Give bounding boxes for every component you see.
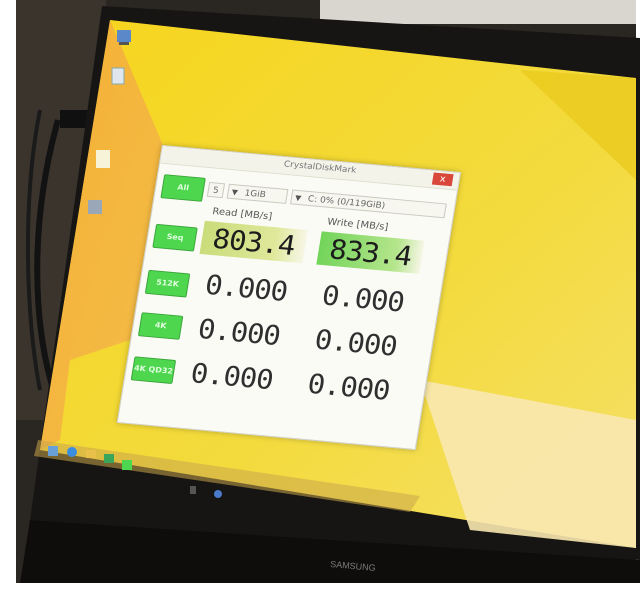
512k-write-value: 0.000 <box>319 279 407 318</box>
all-button[interactable]: All <box>160 174 206 202</box>
seq-button[interactable]: Seq <box>152 223 198 252</box>
4k-write-value: 0.000 <box>312 323 400 363</box>
test-size-value: 1GiB <box>243 188 267 201</box>
chevron-down-icon: ▼ <box>294 193 302 203</box>
seq-write-value: 833.4 <box>316 231 425 274</box>
top-right-wall <box>320 0 636 24</box>
4k-qd32-read-value: 0.000 <box>188 357 276 396</box>
network-icon[interactable] <box>190 486 196 494</box>
crystaldiskmark-window: CrystalDiskMark x All 5 ▼ 1GiB ▼ C: 0% (0/… <box>116 145 461 451</box>
recycle-bin-icon[interactable] <box>111 67 125 85</box>
runs-select[interactable]: 5 <box>206 181 226 199</box>
512k-button[interactable]: 512K <box>144 269 191 298</box>
left-white-strip <box>0 0 16 591</box>
bottom-white-strip <box>0 583 643 591</box>
test-size-select[interactable]: ▼ 1GiB <box>226 183 289 204</box>
start-icon[interactable] <box>48 446 58 456</box>
chevron-down-icon: ▼ <box>231 187 239 197</box>
seq-read-value: 803.4 <box>199 220 308 264</box>
app-icon[interactable] <box>122 460 132 470</box>
explorer-icon[interactable] <box>86 450 96 458</box>
volume-icon[interactable] <box>214 490 222 498</box>
runs-value: 5 <box>212 186 220 196</box>
read-column-header: Read [MB/s] <box>211 206 273 223</box>
4k-read-value: 0.000 <box>195 312 283 352</box>
app-icon[interactable] <box>88 200 102 214</box>
write-column-header: Write [MB/s] <box>326 217 389 233</box>
store-icon[interactable] <box>104 454 114 463</box>
4k-qd32-button[interactable]: 4K QD32 <box>130 356 177 385</box>
close-button[interactable]: x <box>431 172 454 187</box>
512k-read-value: 0.000 <box>202 268 290 308</box>
drive-select[interactable]: ▼ C: 0% (0/119GiB) <box>289 189 447 219</box>
drive-value: C: 0% (0/119GiB) <box>307 194 386 211</box>
4k-qd32-write-value: 0.000 <box>305 367 392 407</box>
computer-icon[interactable] <box>117 30 131 45</box>
ie-icon[interactable] <box>67 447 77 457</box>
4k-button[interactable]: 4K <box>137 312 184 340</box>
folder-icon[interactable] <box>96 150 110 168</box>
